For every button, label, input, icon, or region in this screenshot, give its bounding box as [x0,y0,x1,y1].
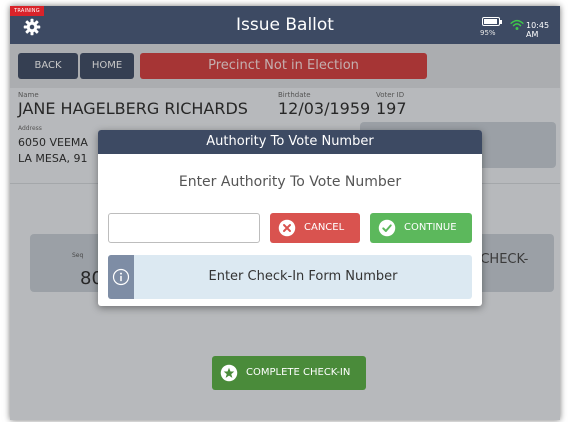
clock: 10:45 AM [526,21,550,39]
continue-label: CONTINUE [404,222,457,233]
page-title: Issue Ballot [236,15,334,35]
check-in-form-hint: Enter Check-In Form Number [108,255,472,299]
check-circle-icon [378,219,396,237]
complete-check-in-label: COMPLETE CHECK-IN [246,367,351,378]
battery-percent: 95% [480,29,496,37]
modal-prompt: Enter Authority To Vote Number [178,174,402,190]
continue-button[interactable]: CONTINUE [370,213,472,243]
battery-icon [482,17,502,26]
battery-level [484,19,497,24]
cancel-label: CANCEL [304,222,345,233]
hint-sidebar [108,255,134,299]
modal-title: Authority To Vote Number [98,130,482,154]
authority-number-input[interactable] [108,213,260,243]
cancel-button[interactable]: CANCEL [270,213,360,243]
wifi-icon [510,19,524,30]
star-icon [220,364,238,382]
complete-check-in-button[interactable]: COMPLETE CHECK-IN [212,356,366,390]
x-circle-icon [278,219,296,237]
tablet-screen: TRAINING Issue Ballot 95% 10:45 AM BACK … [10,6,560,420]
info-icon [112,268,130,286]
top-bar: TRAINING Issue Ballot 95% 10:45 AM [10,6,560,44]
authority-to-vote-modal: Authority To Vote Number Enter Authority… [98,130,482,306]
hint-text: Enter Check-In Form Number [208,269,398,284]
